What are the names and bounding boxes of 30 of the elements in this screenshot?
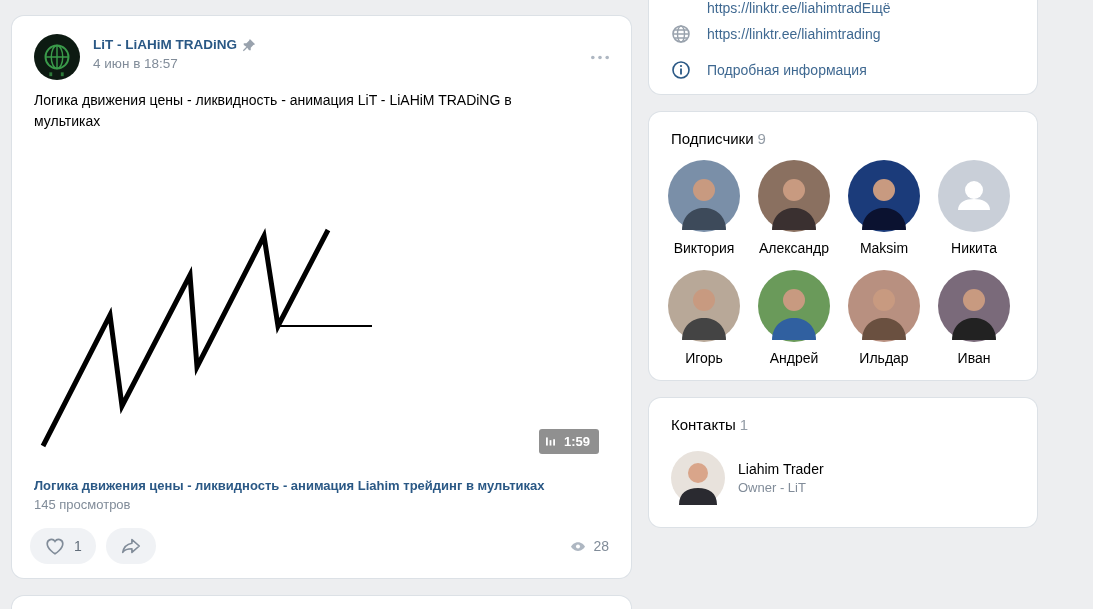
- subscriber-name[interactable]: Игорь: [685, 350, 723, 366]
- info-link[interactable]: Подробная информация: [707, 62, 867, 78]
- bars-icon: [545, 437, 555, 446]
- video-title[interactable]: Логика движения цены - ликвидность - анимация Liahim трейдинг в мультиках: [34, 478, 545, 493]
- info-link[interactable]: https://linktr.ee/liahimtrading: [707, 26, 881, 42]
- subscriber-name[interactable]: Андрей: [769, 350, 819, 366]
- subscriber-name[interactable]: Александр: [758, 240, 830, 256]
- eye-icon: [571, 541, 586, 551]
- subscriber-name[interactable]: Ильдар: [859, 350, 909, 366]
- subscriber-count: 9: [757, 130, 766, 147]
- video-views: 145 просмотров: [34, 497, 131, 512]
- section-title[interactable]: Контакты: [671, 416, 736, 433]
- author-link[interactable]: LiT - LiAHiM TRADiNG: [93, 37, 237, 52]
- like-button[interactable]: 1: [30, 528, 96, 564]
- info-link[interactable]: https://linktr.ee/liahimtradЕщё: [707, 0, 891, 16]
- contact-name[interactable]: Liahim Trader: [738, 461, 824, 477]
- contact-role: Owner - LiT: [738, 480, 807, 495]
- subscriber-name[interactable]: Никита: [951, 240, 997, 256]
- duration-badge: 1:59: [538, 429, 599, 454]
- section-title[interactable]: Подписчики: [671, 130, 754, 147]
- post-text: Логика движения цены - ликвидность - анимация LiT - LiAHiM TRADiNG в мультиках: [34, 91, 513, 131]
- contact-count: 1: [739, 416, 749, 433]
- globe-icon: [671, 24, 691, 44]
- share-button[interactable]: [105, 528, 156, 564]
- subscriber-name[interactable]: Иван: [957, 350, 991, 366]
- post-date[interactable]: 4 июн в 18:57: [93, 56, 178, 71]
- view-count: 28: [571, 538, 609, 554]
- info-icon: [671, 60, 691, 80]
- subscriber-name[interactable]: Maksim: [859, 240, 909, 256]
- subscriber-name[interactable]: Виктория: [673, 240, 735, 256]
